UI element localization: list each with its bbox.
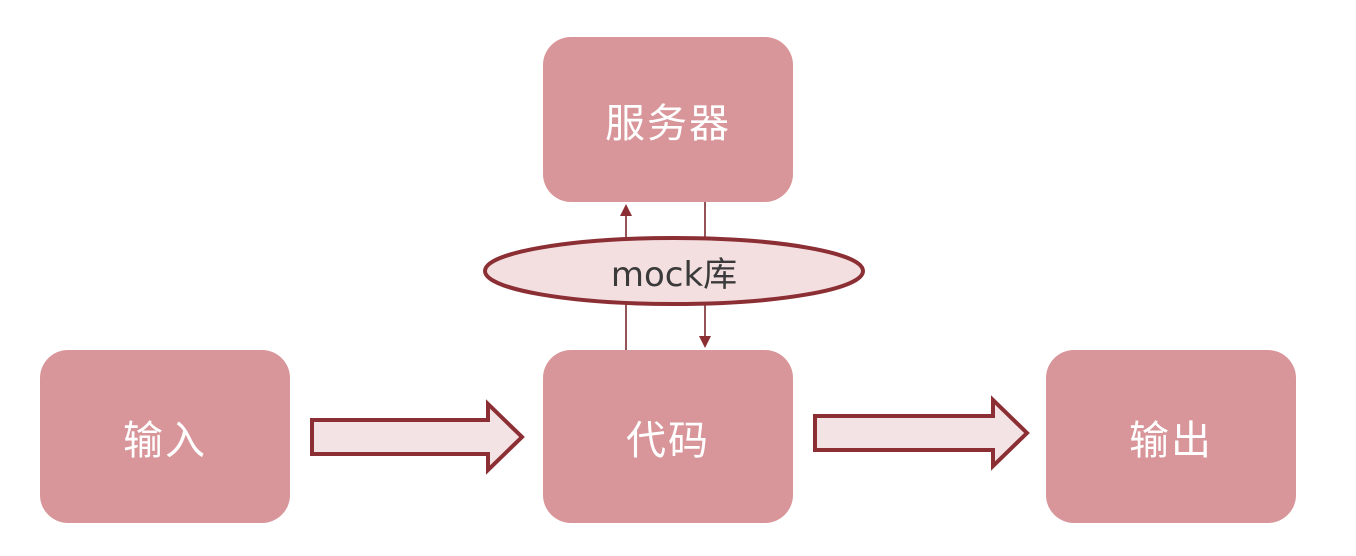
diagram: 服务器 输入 代码 输出 mock库 <box>0 0 1356 556</box>
mock-library-text: mock库 <box>610 254 738 295</box>
server-label: 服务器 <box>605 100 731 147</box>
input-label: 输入 <box>123 417 207 464</box>
mock-library-label: mock库 <box>484 238 864 304</box>
code-node: 代码 <box>543 350 793 523</box>
code-label: 代码 <box>626 417 710 464</box>
server-node: 服务器 <box>543 37 793 202</box>
arrow-input-to-code <box>310 399 525 475</box>
arrow-code-to-output <box>813 395 1030 471</box>
input-node: 输入 <box>40 350 290 523</box>
output-node: 输出 <box>1046 350 1296 523</box>
output-label: 输出 <box>1129 417 1213 464</box>
